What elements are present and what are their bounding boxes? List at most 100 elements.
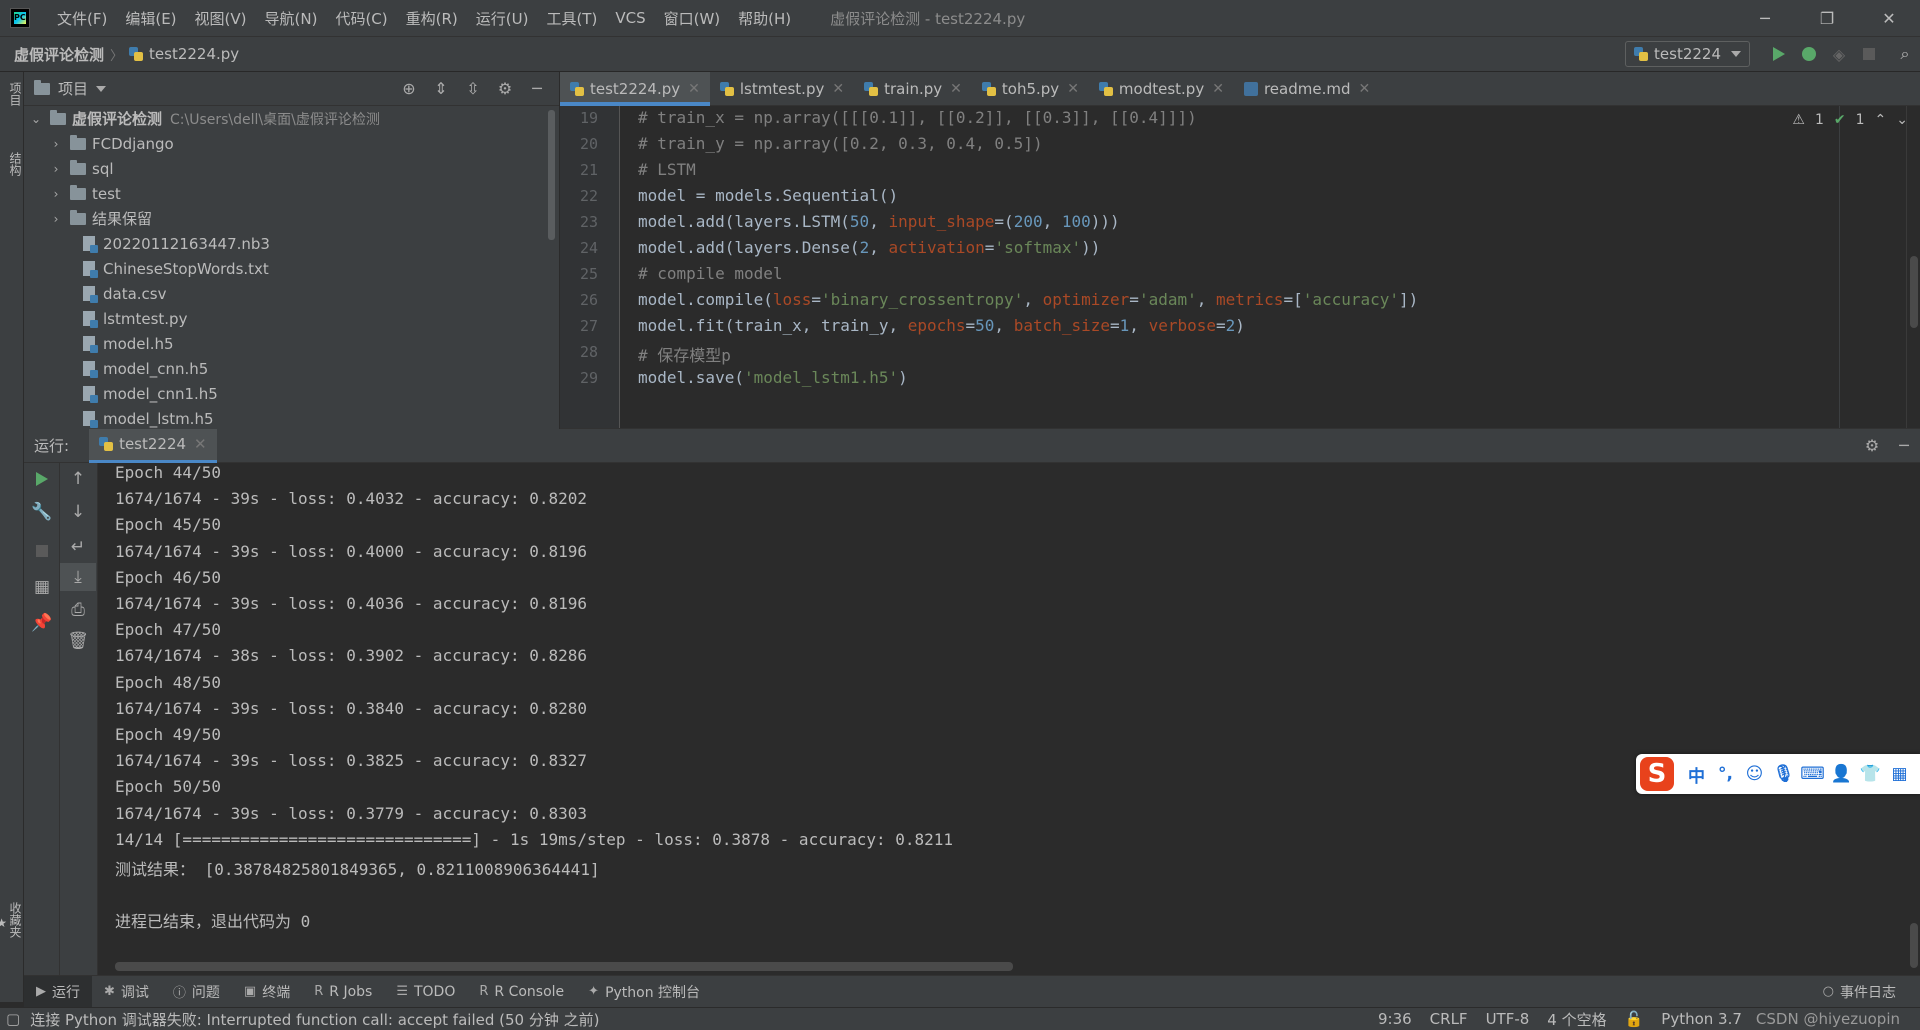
debug-button[interactable] — [1794, 39, 1824, 69]
run-tab-test2224[interactable]: test2224 ✕ — [89, 428, 217, 463]
code-line[interactable]: model.save('model_lstm1.h5') — [638, 368, 908, 387]
tree-item-file[interactable]: model_cnn1.h5 — [24, 381, 559, 406]
editor-scrollbar-thumb[interactable] — [1910, 256, 1918, 328]
tree-item-file[interactable]: 20220112163447.nb3 — [24, 231, 559, 256]
status-message[interactable]: 连接 Python 调试器失败: Interrupted function ca… — [30, 1009, 599, 1030]
close-icon[interactable]: ✕ — [688, 81, 700, 97]
code-line[interactable]: # train_x = np.array([[[0.1]], [[0.2]], … — [638, 108, 1197, 127]
pin-tab-button[interactable]: 📌 — [24, 609, 60, 637]
chevron-right-icon[interactable]: › — [48, 187, 64, 201]
close-icon[interactable]: ✕ — [1358, 81, 1370, 97]
tree-item-folder[interactable]: › 结果保留 — [24, 206, 559, 231]
close-icon[interactable]: ✕ — [832, 81, 844, 97]
menu-edit[interactable]: 编辑(E) — [116, 8, 185, 29]
editor-tab-readme[interactable]: readme.md ✕ — [1234, 72, 1380, 106]
breadcrumb-file[interactable]: test2224.py — [149, 45, 239, 63]
menu-vcs[interactable]: VCS — [606, 9, 654, 27]
tree-item-folder[interactable]: › FCDdjango — [24, 131, 559, 156]
close-icon[interactable]: ✕ — [1212, 81, 1224, 97]
layout-button[interactable]: ▦ — [24, 573, 60, 601]
restore-button[interactable]: ❐ — [1796, 0, 1858, 36]
sogou-logo-icon[interactable]: S — [1640, 757, 1674, 791]
print-button[interactable]: ⎙ — [60, 596, 96, 624]
coverage-button[interactable]: ◈ — [1824, 39, 1854, 69]
punctuation-icon[interactable]: °, — [1711, 764, 1740, 784]
menu-view[interactable]: 视图(V) — [186, 8, 256, 29]
collapse-all-icon[interactable]: ⇳ — [457, 79, 489, 98]
close-window-button[interactable]: ✕ — [1858, 0, 1920, 36]
editor-tab-train[interactable]: train.py ✕ — [854, 72, 972, 106]
menu-code[interactable]: 代码(C) — [326, 8, 396, 29]
tree-item-file[interactable]: data.csv — [24, 281, 559, 306]
pycharm-logo-icon[interactable] — [10, 8, 30, 28]
editor-tab-modtest[interactable]: modtest.py ✕ — [1089, 72, 1234, 106]
editor-tab-toh5[interactable]: toh5.py ✕ — [972, 72, 1089, 106]
editor-scrollbar[interactable] — [1906, 106, 1920, 428]
ime-mode-toggle[interactable]: 中 — [1682, 762, 1711, 787]
scroll-to-end-button[interactable]: ⤓ — [60, 563, 96, 591]
chevron-down-icon[interactable]: ⌄ — [28, 112, 44, 126]
console-horizontal-scrollbar[interactable] — [115, 962, 1013, 971]
scroll-up-button[interactable]: ↑ — [60, 465, 96, 493]
tree-item-file[interactable]: ChineseStopWords.txt — [24, 256, 559, 281]
indent-setting[interactable]: 4 个空格 — [1547, 1009, 1606, 1030]
code-editor[interactable]: 19 20 21 22 23 24 25 26 27 28 29 # train… — [560, 106, 1920, 429]
menu-refactor[interactable]: 重构(R) — [397, 8, 467, 29]
code-line[interactable]: # LSTM — [638, 160, 696, 179]
expand-all-icon[interactable]: ⇕ — [425, 79, 457, 98]
code-line[interactable]: # compile model — [638, 264, 783, 283]
tool-tab-problems[interactable]: ⓘ 问题 — [161, 976, 232, 1008]
inspection-widget[interactable]: ⚠ 1 ✔ 1 ⌃ ⌄ — [1792, 112, 1908, 128]
tree-item-folder[interactable]: › sql — [24, 156, 559, 181]
hide-panel-icon[interactable]: ─ — [1888, 436, 1920, 455]
locate-file-icon[interactable]: ⊕ — [393, 79, 425, 98]
clear-all-button[interactable]: 🗑 — [60, 627, 96, 655]
line-separator[interactable]: CRLF — [1430, 1010, 1468, 1028]
code-line[interactable]: # 保存模型p — [638, 342, 731, 366]
search-everywhere-button[interactable]: ⌕ — [1890, 39, 1920, 69]
caret-position[interactable]: 9:36 — [1378, 1010, 1412, 1028]
edit-configuration-button[interactable]: 🔧 — [24, 498, 60, 526]
tree-root[interactable]: ⌄ 虚假评论检测 C:\Users\dell\桌面\虚假评论检测 — [24, 106, 559, 131]
user-icon[interactable]: 👤 — [1827, 764, 1856, 784]
run-button[interactable] — [1764, 39, 1794, 69]
code-line[interactable]: model = models.Sequential() — [638, 186, 898, 205]
microphone-icon[interactable]: 🎙 — [1769, 764, 1798, 784]
menu-window[interactable]: 窗口(W) — [655, 8, 730, 29]
tool-tab-python-console[interactable]: ✦ Python 控制台 — [576, 976, 712, 1008]
skin-icon[interactable]: 👕 — [1856, 764, 1885, 784]
run-configuration-select[interactable]: test2224 — [1625, 41, 1750, 67]
project-view-selector[interactable]: 项目 — [58, 78, 88, 99]
tool-tab-run[interactable]: ▶ 运行 — [24, 975, 92, 1008]
tree-item-folder[interactable]: › test — [24, 181, 559, 206]
emoji-icon[interactable]: ☺ — [1740, 764, 1769, 784]
code-line[interactable]: model.fit(train_x, train_y, epochs=50, b… — [638, 316, 1245, 335]
code-line[interactable]: model.add(layers.LSTM(50, input_shape=(2… — [638, 212, 1120, 231]
chevron-right-icon[interactable]: › — [48, 212, 64, 226]
code-line[interactable]: model.compile(loss='binary_crossentropy'… — [638, 290, 1418, 309]
code-line[interactable]: model.add(layers.Dense(2, activation='so… — [638, 238, 1100, 257]
keyboard-icon[interactable]: ⌨ — [1798, 764, 1827, 784]
console-scrollbar-thumb[interactable] — [1910, 923, 1918, 968]
chevron-up-icon[interactable]: ⌃ — [1875, 112, 1887, 128]
stop-button[interactable] — [1854, 39, 1884, 69]
editor-tab-test2224[interactable]: test2224.py ✕ — [560, 72, 710, 106]
menu-file[interactable]: 文件(F) — [48, 8, 116, 29]
tool-tab-terminal[interactable]: ▣ 终端 — [232, 976, 302, 1008]
tool-tab-debug[interactable]: ✱ 调试 — [92, 976, 161, 1008]
gear-icon[interactable]: ⚙ — [489, 79, 521, 98]
rerun-button[interactable] — [24, 465, 60, 493]
event-log-button[interactable]: ○ 事件日志 — [1823, 982, 1896, 1002]
tool-tab-r-console[interactable]: R R Console — [467, 976, 576, 1008]
code-line[interactable]: # train_y = np.array([0.2, 0.3, 0.4, 0.5… — [638, 134, 1043, 153]
hide-panel-icon[interactable]: ─ — [521, 79, 553, 98]
menu-tools[interactable]: 工具(T) — [537, 8, 606, 29]
structure-tool-tab[interactable]: 结构 — [0, 152, 24, 176]
menu-navigate[interactable]: 导航(N) — [256, 8, 327, 29]
editor-tab-lstmtest[interactable]: lstmtest.py ✕ — [710, 72, 854, 106]
close-icon[interactable]: ✕ — [194, 435, 207, 453]
chevron-down-icon[interactable] — [96, 85, 107, 92]
stop-button[interactable] — [24, 537, 60, 565]
tool-tab-todo[interactable]: ☰ TODO — [384, 976, 467, 1008]
tree-item-file[interactable]: lstmtest.py — [24, 306, 559, 331]
